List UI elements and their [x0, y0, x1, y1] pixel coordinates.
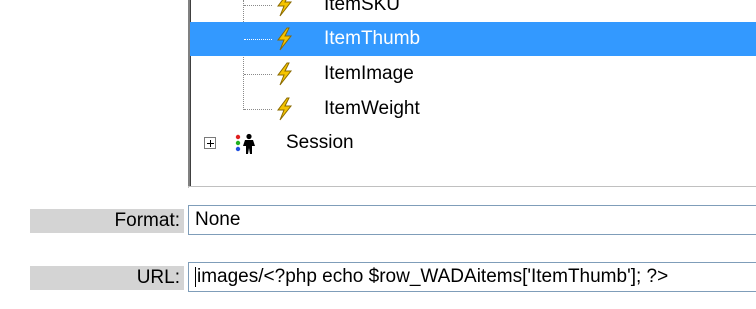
plus-expander-icon[interactable] [204, 137, 216, 149]
tree-item-itemweight[interactable]: ItemWeight [190, 92, 756, 126]
text-caret [195, 266, 196, 287]
tree-item-label: ItemWeight [324, 98, 420, 119]
tree-connector [244, 5, 272, 6]
tree-item-itemsku[interactable]: ItemSKU [190, 0, 756, 22]
panel-divider [188, 186, 756, 187]
url-value: images/<?php echo $row_WADAitems['ItemTh… [197, 266, 669, 287]
tree-item-label: ItemSKU [324, 0, 401, 15]
tree-item-itemthumb[interactable]: ItemThumb [190, 22, 756, 56]
lightning-bolt-icon [277, 27, 293, 51]
tree-item-label: Session [286, 132, 354, 153]
session-people-icon [235, 133, 255, 154]
format-select[interactable]: None [188, 205, 756, 235]
tree-connector [244, 74, 272, 75]
tree-connector [244, 109, 272, 110]
format-row: Format: None [0, 205, 756, 237]
tree-item-label: ItemImage [324, 63, 414, 84]
url-input[interactable]: images/<?php echo $row_WADAitems['ItemTh… [188, 262, 756, 292]
url-row: URL: images/<?php echo $row_WADAitems['I… [0, 262, 756, 294]
lightning-bolt-icon [277, 0, 293, 17]
tree-item-itemimage[interactable]: ItemImage [190, 57, 756, 91]
tree-item-label: ItemThumb [324, 28, 421, 49]
url-label: URL: [30, 266, 184, 290]
format-label: Format: [30, 209, 184, 233]
tree-item-session[interactable]: Session [190, 126, 756, 160]
lightning-bolt-icon [277, 97, 293, 121]
bindings-tree[interactable]: ItemSKU ItemThumb ItemImage ItemWeight S… [188, 0, 756, 188]
tree-connector [244, 39, 272, 40]
bindings-dialog: ItemSKU ItemThumb ItemImage ItemWeight S… [0, 0, 756, 309]
lightning-bolt-icon [277, 62, 293, 86]
